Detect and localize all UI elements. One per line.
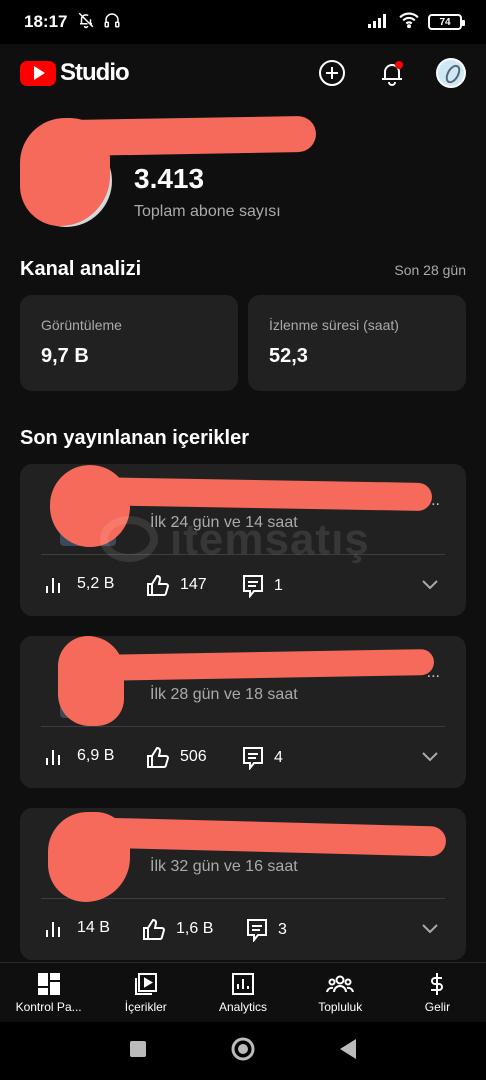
battery-icon: 74 [428,14,465,30]
watermark-logo [100,516,158,562]
community-icon [326,975,355,992]
video-age: İlk 32 gün ve 16 saat [150,858,298,875]
signal-icon [368,12,390,33]
thumbs-up-icon [147,574,170,596]
comment-icon [243,747,263,770]
likes-metric: 1,6 B [142,918,213,940]
watermark-text: itemsatış [170,515,370,564]
content-icon [134,972,157,995]
headphones-icon [103,11,121,34]
subscriber-label: Toplam abone sayısı [134,203,281,220]
stat-label: İzlenme süresi (saat) [269,317,399,333]
recent-content-title: Son yayınlanan içerikler [20,427,249,449]
stat-card-views[interactable]: Görüntüleme 9,7 B [20,295,238,391]
nav-analytics[interactable]: Analytics [194,963,291,1022]
earn-icon [431,972,444,995]
likes-metric: 147 [146,574,207,596]
channel-analytics-title: Kanal analizi [20,258,142,280]
dashboard-icon [37,972,60,995]
nav-earn[interactable]: Gelir [389,963,486,1022]
stat-value: 52,3 [269,345,308,367]
youtube-play-icon [20,60,56,86]
back-button[interactable] [338,1038,358,1065]
comments-metric: 3 [246,918,287,942]
views-icon [46,750,60,765]
views-icon [46,922,60,937]
wifi-icon [398,12,420,33]
youtube-studio-logo[interactable]: Studio [20,59,130,87]
create-button[interactable] [316,57,348,89]
chevron-down-icon[interactable] [420,746,440,771]
chevron-down-icon[interactable] [420,918,440,943]
stat-card-watch-time[interactable]: İzlenme süresi (saat) 52,3 [248,295,466,391]
chevron-down-icon[interactable] [420,574,440,599]
thumbs-up-icon [147,746,170,768]
notifications-button[interactable] [376,57,408,89]
system-navigation [0,1022,486,1080]
divider [41,726,445,727]
status-time: 18:17 [24,12,68,31]
account-avatar[interactable] [436,58,466,88]
comments-metric: 4 [242,746,283,770]
comments-metric: 1 [242,574,283,598]
views-metric: 6,9 B [45,746,114,766]
comment-icon [247,919,267,942]
app-header: Studio [0,44,486,102]
subscriber-count: 3.413 [134,163,205,194]
redaction-scribble [58,636,124,726]
nav-dashboard[interactable]: Kontrol Pa... [0,963,97,1022]
home-button[interactable] [230,1036,256,1067]
stat-label: Görüntüleme [41,317,122,333]
analytics-icon [232,972,254,995]
bottom-navigation: Kontrol Pa... İçerikler Analytics Toplul… [0,962,486,1022]
views-metric: 14 B [45,918,110,938]
nav-community[interactable]: Topluluk [292,963,389,1022]
stat-value: 9,7 B [41,345,89,367]
thumbs-up-icon [143,918,166,940]
views-metric: 5,2 B [45,574,114,594]
recent-apps-button[interactable] [128,1039,148,1064]
comment-icon [243,575,263,598]
bell-off-icon [77,11,95,34]
views-icon [46,578,60,593]
nav-content[interactable]: İçerikler [97,963,194,1022]
redaction-scribble [59,115,317,157]
status-bar: 18:17 74 [0,0,486,44]
analytics-period: Son 28 gün [394,262,466,278]
video-age: İlk 28 gün ve 18 saat [150,686,298,703]
likes-metric: 506 [146,746,207,768]
